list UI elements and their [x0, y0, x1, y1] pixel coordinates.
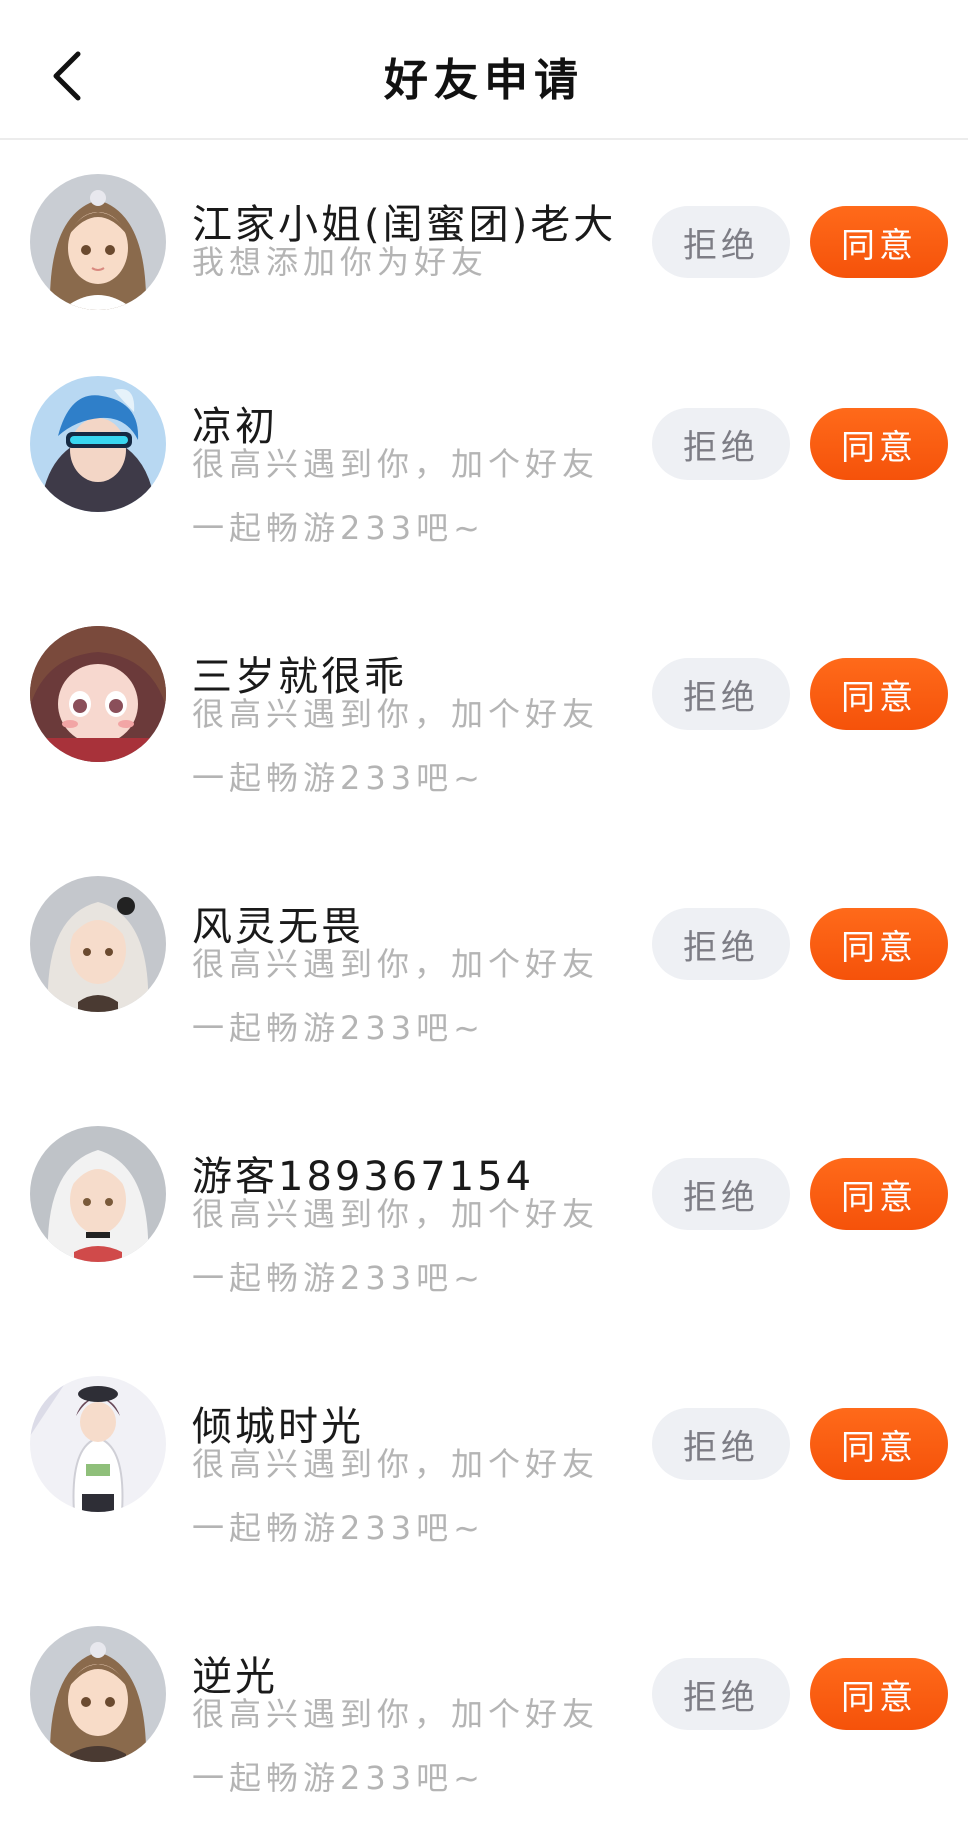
accept-button[interactable]: 同意: [810, 408, 948, 480]
avatar[interactable]: [30, 376, 166, 512]
reject-button[interactable]: 拒绝: [652, 1658, 790, 1730]
reject-button[interactable]: 拒绝: [652, 908, 790, 980]
avatar[interactable]: [30, 1126, 166, 1262]
accept-button[interactable]: 同意: [810, 908, 948, 980]
accept-button[interactable]: 同意: [810, 658, 948, 730]
avatar[interactable]: [30, 1376, 166, 1512]
request-message: 很高兴遇到你，加个好友一起畅游233吧~: [192, 1695, 600, 1797]
reject-button[interactable]: 拒绝: [652, 658, 790, 730]
reject-button[interactable]: 拒绝: [652, 408, 790, 480]
accept-button[interactable]: 同意: [810, 1158, 948, 1230]
header-bar: 好友申请: [0, 0, 968, 140]
request-message: 很高兴遇到你，加个好友一起畅游233吧~: [192, 1195, 600, 1297]
reject-button[interactable]: 拒绝: [652, 1408, 790, 1480]
request-message: 很高兴遇到你，加个好友一起畅游233吧~: [192, 445, 600, 547]
request-message: 很高兴遇到你，加个好友一起畅游233吧~: [192, 1445, 600, 1547]
request-message: 我想添加你为好友: [192, 243, 489, 281]
avatar[interactable]: [30, 876, 166, 1012]
reject-button[interactable]: 拒绝: [652, 1158, 790, 1230]
accept-button[interactable]: 同意: [810, 206, 948, 278]
accept-button[interactable]: 同意: [810, 1408, 948, 1480]
avatar[interactable]: [30, 626, 166, 762]
request-message: 很高兴遇到你，加个好友一起畅游233吧~: [192, 695, 600, 797]
avatar[interactable]: [30, 174, 166, 310]
accept-button[interactable]: 同意: [810, 1658, 948, 1730]
request-message: 很高兴遇到你，加个好友一起畅游233吧~: [192, 945, 600, 1047]
reject-button[interactable]: 拒绝: [652, 206, 790, 278]
page-title: 好友申请: [384, 55, 584, 106]
avatar[interactable]: [30, 1626, 166, 1762]
